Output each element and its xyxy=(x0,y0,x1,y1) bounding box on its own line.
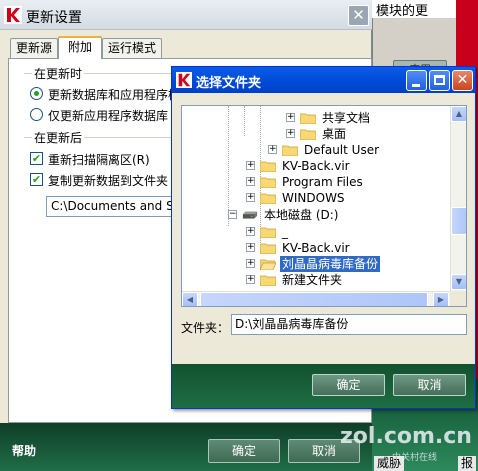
folder-icon xyxy=(300,129,316,140)
group-on-update-label: 在更新时 xyxy=(32,65,85,82)
watermark-text: zol.com.cn xyxy=(340,424,472,449)
tree-item-label[interactable]: 新建文件夹 xyxy=(280,272,344,288)
main-title-bar: 更新设置 ✕ xyxy=(0,0,372,30)
main-close-button[interactable]: ✕ xyxy=(348,5,369,26)
expand-icon[interactable]: + xyxy=(286,129,295,138)
folder-path-input[interactable]: D:\刘晶晶病毒库备份 xyxy=(231,314,467,335)
expand-icon[interactable]: + xyxy=(246,227,255,236)
group-after-update-label: 在更新后 xyxy=(32,129,85,146)
tree-item-label[interactable]: 本地磁盘 (D:) xyxy=(262,207,340,223)
tree-item-label[interactable]: 桌面 xyxy=(320,126,348,142)
folder-icon xyxy=(260,177,276,188)
expand-icon[interactable]: + xyxy=(246,177,255,186)
tree-item-label[interactable]: 刘晶晶病毒库备份 xyxy=(280,256,381,272)
folder-icon xyxy=(260,193,276,204)
tree-item-label[interactable]: KV-Back.vir xyxy=(280,158,352,174)
tree-guide-line xyxy=(244,106,245,136)
tree-item-label[interactable]: Default User xyxy=(302,142,381,158)
scroll-right-icon[interactable]: ▶ xyxy=(433,292,449,306)
checkbox-copy-updates-label[interactable]: 复制更新数据到文件夹 xyxy=(48,172,168,189)
tree-guide-line xyxy=(228,106,229,226)
folder-cancel-button[interactable]: 取消 xyxy=(393,374,466,396)
scroll-up-icon[interactable]: ▲ xyxy=(451,106,466,122)
checkbox-rescan-quarantine-label[interactable]: 重新扫描隔离区(R) xyxy=(48,151,150,168)
main-dialog-title: 更新设置 xyxy=(26,10,82,26)
tab-additional[interactable]: 附加 xyxy=(58,36,102,59)
minimize-icon[interactable] xyxy=(406,70,427,91)
tree-item-label[interactable]: WINDOWS xyxy=(280,190,347,206)
kaspersky-logo-icon xyxy=(4,6,22,24)
tree-item-label[interactable]: 共享文档 xyxy=(320,110,372,126)
radio-update-all[interactable] xyxy=(30,87,43,100)
tab-run-mode[interactable]: 运行模式 xyxy=(102,38,162,58)
tree-item-label[interactable]: Program Files xyxy=(280,174,365,190)
watermark-logo: zol.com.cn 中关村在线 xyxy=(340,418,478,468)
checkbox-copy-updates[interactable]: ✔ xyxy=(30,173,43,186)
radio-update-db-only-label[interactable]: 仅更新应用程序数据库 xyxy=(48,107,168,124)
checkbox-rescan-quarantine[interactable]: ✔ xyxy=(30,152,43,165)
horizontal-scrollbar[interactable]: ◀ ▶ xyxy=(182,291,450,306)
folder-field-label: 文件夹： xyxy=(181,321,230,335)
expand-icon[interactable]: + xyxy=(246,243,255,252)
select-folder-dialog: 选择文件夹 ✕ + 共享文档 + 桌面 + Default User + KV-… xyxy=(171,66,476,409)
folder-dialog-title: 选择文件夹 xyxy=(196,76,262,91)
expand-icon[interactable]: + xyxy=(246,161,255,170)
expand-icon[interactable]: + xyxy=(246,259,255,268)
help-link[interactable]: 帮助 xyxy=(12,442,36,459)
scroll-down-icon[interactable]: ▼ xyxy=(451,274,466,290)
maximize-icon[interactable] xyxy=(429,70,450,91)
folder-icon xyxy=(282,145,298,156)
kaspersky-logo-icon xyxy=(176,72,192,88)
collapse-icon[interactable]: − xyxy=(228,210,237,219)
horizontal-scroll-thumb[interactable] xyxy=(200,292,428,306)
vertical-scrollbar[interactable]: ▲ ▼ xyxy=(450,106,466,291)
folder-icon xyxy=(260,275,276,286)
expand-icon[interactable]: + xyxy=(268,145,277,154)
folder-icon xyxy=(260,161,276,172)
folder-open-icon xyxy=(260,259,276,270)
scrollbar-corner xyxy=(450,291,466,306)
vertical-scroll-thumb[interactable] xyxy=(451,207,466,235)
folder-icon xyxy=(300,113,316,124)
expand-icon[interactable]: + xyxy=(246,193,255,202)
expand-icon[interactable]: + xyxy=(286,113,295,122)
close-icon[interactable]: ✕ xyxy=(452,70,473,91)
tree-item-label[interactable]: _ xyxy=(280,224,290,240)
folder-tree[interactable]: + 共享文档 + 桌面 + Default User + KV-Back.vir… xyxy=(181,105,467,307)
watermark-subtext: 中关村在线 xyxy=(392,453,438,463)
folder-icon xyxy=(260,227,276,238)
folder-title-bar: 选择文件夹 ✕ xyxy=(172,67,475,93)
tab-update-source[interactable]: 更新源 xyxy=(10,38,58,58)
tree-item-label[interactable]: KV-Back.vir xyxy=(280,240,352,256)
folder-icon xyxy=(260,243,276,254)
radio-update-db-only[interactable] xyxy=(30,108,43,121)
drive-icon xyxy=(242,211,258,219)
scroll-left-icon[interactable]: ◀ xyxy=(182,292,198,306)
expand-icon[interactable]: + xyxy=(246,275,255,284)
folder-ok-button[interactable]: 确定 xyxy=(312,374,385,396)
main-ok-button[interactable]: 确定 xyxy=(208,439,280,463)
